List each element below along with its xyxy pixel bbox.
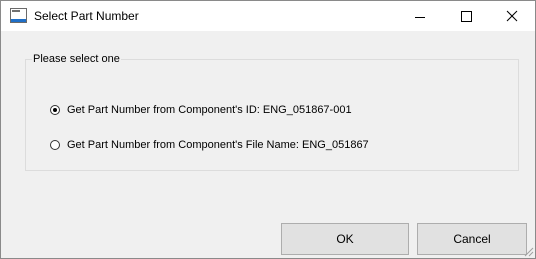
cancel-button[interactable]: Cancel xyxy=(417,223,527,255)
title-bar: Select Part Number xyxy=(1,1,535,31)
minimize-icon xyxy=(415,16,425,18)
icon-title-bar xyxy=(12,10,20,12)
dialog-window-icon xyxy=(10,8,27,23)
radio-option-label: Get Part Number from Component's ID: ENG… xyxy=(67,104,352,116)
maximize-button[interactable] xyxy=(443,1,489,31)
close-icon xyxy=(506,10,518,22)
minimize-button[interactable] xyxy=(397,1,443,31)
window-title: Select Part Number xyxy=(34,9,139,23)
radio-option-component-id[interactable]: Get Part Number from Component's ID: ENG… xyxy=(50,104,352,116)
close-button[interactable] xyxy=(489,1,535,31)
selection-group: Please select one Get Part Number from C… xyxy=(25,53,519,171)
ok-button[interactable]: OK xyxy=(281,223,409,255)
resize-grip-icon[interactable] xyxy=(522,245,534,257)
radio-button-unchecked[interactable] xyxy=(50,140,60,150)
maximize-icon xyxy=(460,10,472,22)
group-legend: Please select one xyxy=(33,53,120,65)
radio-option-file-name[interactable]: Get Part Number from Component's File Na… xyxy=(50,139,369,151)
radio-option-label: Get Part Number from Component's File Na… xyxy=(67,139,369,151)
radio-button-checked[interactable] xyxy=(50,105,60,115)
dialog-window: Select Part Number Please select one Get… xyxy=(0,0,536,259)
icon-accent-bar xyxy=(11,19,26,22)
dialog-body: Please select one Get Part Number from C… xyxy=(1,31,535,258)
